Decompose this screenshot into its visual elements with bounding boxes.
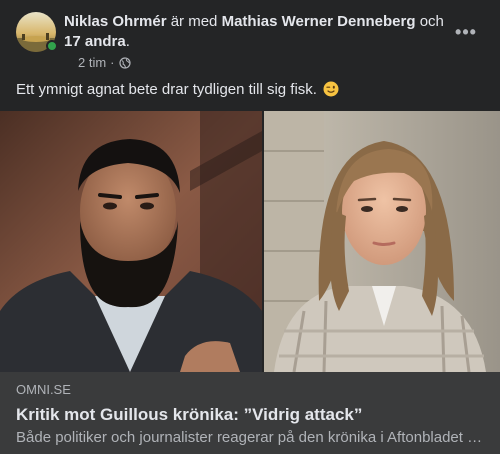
link-preview-images[interactable] [0,111,500,372]
author-name-link[interactable]: Niklas Ohrmér [64,13,167,30]
woman-portrait-image [264,111,500,372]
link-title[interactable]: Kritik mot Guillous krönika: ”Vidrig att… [16,404,484,426]
with-text: är med [170,13,218,30]
man-portrait-image [0,111,262,372]
meta-dot: · [110,55,115,70]
others-link[interactable]: 17 andra [64,33,126,50]
online-status-dot [46,40,58,52]
winking-face-emoji [323,81,339,97]
post-text: Ett ymnigt agnat bete drar tydligen till… [16,80,339,100]
timestamp-link[interactable]: 2 tim [78,55,106,70]
facebook-post: Niklas Ohrmér är med Mathias Werner Denn… [0,0,500,454]
post-meta: 2 tim · [78,55,131,70]
tagged-person-link[interactable]: Mathias Werner Denneberg [222,13,416,30]
globe-icon[interactable] [118,56,131,69]
post-message: Ett ymnigt agnat bete drar tydligen till… [16,81,317,98]
link-description: Både politiker och journalister reagerar… [16,429,484,446]
author-line: Niklas Ohrmér är med Mathias Werner Denn… [64,12,444,52]
and-text: och [419,13,444,30]
author-avatar[interactable] [16,12,58,52]
post-header: Niklas Ohrmér är med Mathias Werner Denn… [16,12,484,72]
link-preview-card[interactable]: OMNI.SE Kritik mot Guillous krönika: ”Vi… [0,372,500,454]
more-options-button[interactable]: ••• [448,20,484,44]
link-domain: OMNI.SE [16,382,71,397]
period: . [125,33,130,50]
